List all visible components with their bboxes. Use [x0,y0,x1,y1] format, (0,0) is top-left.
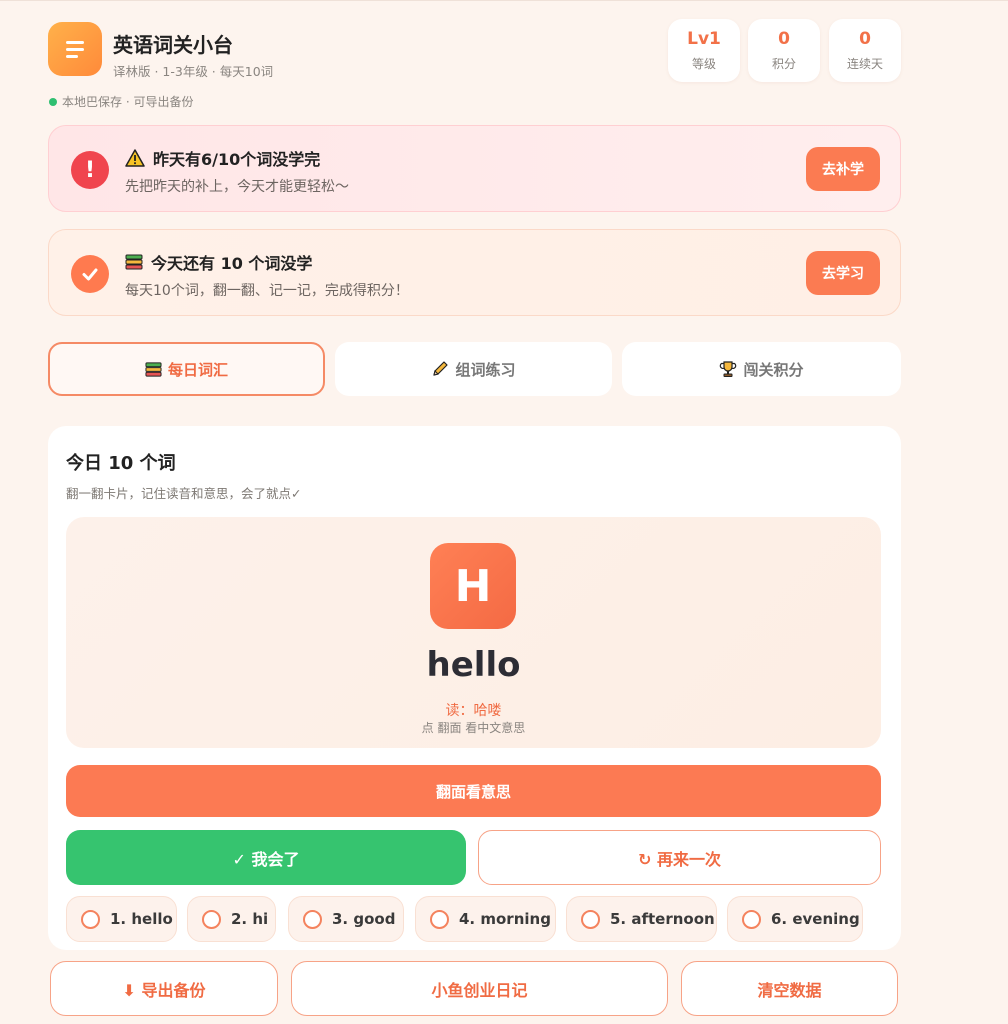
missed-banner-title-text: 昨天有6/10个词没学完 [153,150,321,169]
unchecked-circle-icon [303,909,322,929]
daily-words-panel: 今日 10 个词 翻一翻卡片，记住读音和意思，会了就点✓ H hello 读：哈… [48,426,901,950]
start-learning-button[interactable]: 去学习 [806,251,880,295]
section-subtitle: 翻一翻卡片，记住读音和意思，会了就点✓ [66,486,302,501]
save-status: 本地巴保存 · 可导出备份 [49,93,193,110]
tab-phrase-label: 组词练习 [455,360,516,379]
letter-badge: H [430,543,516,629]
word-chip[interactable]: 1. hello [66,896,177,942]
stat-points-value: 0 [778,29,790,49]
tab-level-points[interactable]: 闯关积分 [622,342,901,396]
stat-streak-label: 连续天 [846,57,883,71]
unchecked-circle-icon [742,909,761,929]
card-flip-hint: 点 翻面 看中文意思 [421,721,526,735]
exclamation-icon: ! [71,151,109,189]
today-banner-title-text: 今天还有 10 个词没学 [151,254,313,273]
word-chip-label: 6. evening [771,910,860,928]
word-chip[interactable]: 6. evening [727,896,863,942]
word-chip[interactable]: 5. afternoon [566,896,717,942]
missed-words-banner: ! 昨天有6/10个词没学完 先把昨天的补上，今天才能更轻松～ 去补学 [48,125,901,212]
flip-card-button[interactable]: 翻面看意思 [66,765,881,817]
warning-icon [125,149,145,167]
unchecked-circle-icon [430,909,449,929]
today-banner-title: 今天还有 10 个词没学 [125,250,312,274]
today-banner-desc: 每天10个词，翻一翻、记一记，完成得积分！ [125,283,409,299]
unchecked-circle-icon [581,909,600,929]
stat-streak-value: 0 [859,29,871,49]
i-know-it-button[interactable]: ✓ 我会了 [66,830,466,885]
save-status-text: 本地巴保存 · 可导出备份 [62,95,194,109]
section-title: 今日 10 个词 [66,453,176,474]
pencil-icon [433,361,449,376]
tab-daily-label: 每日词汇 [167,360,228,379]
try-again-button[interactable]: ↻ 再来一次 [478,830,881,885]
top-divider [0,0,1008,1]
word-chip-label: 4. morning [459,910,551,928]
stat-level-label: 等级 [691,57,716,71]
word-chip-label: 2. hi [231,910,269,928]
missed-banner-desc: 先把昨天的补上，今天才能更轻松～ [125,179,349,195]
stat-points: 0 积分 [748,19,820,82]
diary-button[interactable]: 小鱼创业日记 [291,961,668,1016]
trophy-icon [720,361,737,377]
missed-banner-title: 昨天有6/10个词没学完 [125,146,320,170]
books-icon [125,254,143,270]
app-subtitle: 译林版 · 1-3年级 · 每天10词 [113,64,274,79]
tab-phrase-practice[interactable]: 组词练习 [335,342,612,396]
today-words-banner: 今天还有 10 个词没学 每天10个词，翻一翻、记一记，完成得积分！ 去学习 [48,229,901,316]
word-chip-label: 3. good [332,910,396,928]
tab-daily-words[interactable]: 每日词汇 [48,342,325,396]
card-word: hello [426,645,521,685]
export-backup-button[interactable]: ⬇ 导出备份 [50,961,278,1016]
stat-points-label: 积分 [771,57,796,71]
stat-streak: 0 连续天 [829,19,901,82]
make-up-button[interactable]: 去补学 [806,147,880,191]
unchecked-circle-icon [81,909,100,929]
card-reading: 读：哈喽 [445,703,502,719]
unchecked-circle-icon [202,909,221,929]
app-title: 英语词关小台 [113,33,233,57]
stat-level-value: Lv1 [687,29,721,49]
status-dot-icon [49,97,57,106]
check-icon [71,255,109,293]
word-chip[interactable]: 3. good [288,896,404,942]
books-icon [145,361,162,377]
word-chip-label: 1. hello [110,910,173,928]
stat-level: Lv1 等级 [668,19,740,82]
word-chip[interactable]: 2. hi [187,896,276,942]
app-logo-icon [48,22,102,76]
clear-data-button[interactable]: 清空数据 [681,961,898,1016]
word-chip[interactable]: 4. morning [415,896,556,942]
tab-level-label: 闯关积分 [743,360,804,379]
word-flashcard[interactable]: H hello 读：哈喽 点 翻面 看中文意思 [66,517,881,748]
word-chip-label: 5. afternoon [610,910,715,928]
